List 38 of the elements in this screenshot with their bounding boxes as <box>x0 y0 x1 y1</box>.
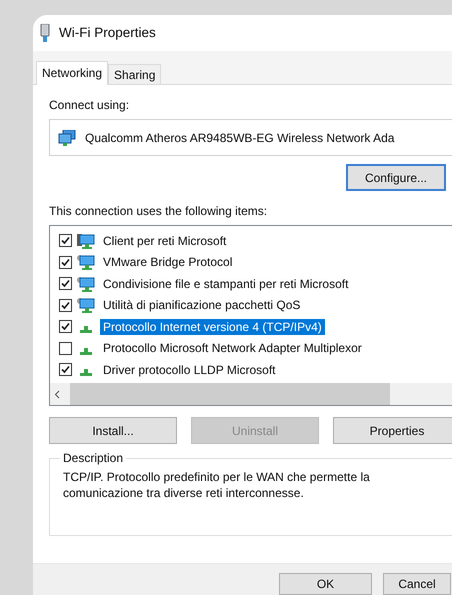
checkbox[interactable] <box>59 363 72 376</box>
network-adapter-icon <box>58 130 76 146</box>
computer-icon <box>77 232 95 249</box>
items-label: This connection uses the following items: <box>49 203 268 219</box>
horizontal-scrollbar[interactable] <box>50 383 452 405</box>
computer-icon <box>77 297 95 314</box>
list-item[interactable]: Protocollo Microsoft Network Adapter Multiplexor <box>100 340 365 356</box>
list-item[interactable]: Driver protocollo LLDP Microsoft <box>100 362 279 378</box>
tab[interactable]: Networking <box>36 61 108 85</box>
configure-button[interactable]: Configure... <box>346 164 446 191</box>
dialog-button[interactable]: OK <box>279 573 372 595</box>
checkbox[interactable] <box>59 298 72 312</box>
checkbox[interactable] <box>59 234 72 248</box>
adapter-field: Qualcomm Atheros AR9485WB-EG Wireless Network Ada <box>49 119 452 156</box>
network-adapter-icon <box>40 24 50 42</box>
checkbox[interactable] <box>59 320 72 334</box>
network-protocol-icon <box>80 369 92 376</box>
action-button[interactable]: Properties <box>333 417 452 444</box>
tab[interactable]: Sharing <box>108 64 162 84</box>
computer-icon <box>77 254 95 270</box>
action-button[interactable]: Install... <box>49 417 177 444</box>
list-item[interactable]: VMware Bridge Protocol <box>100 254 236 270</box>
list-item[interactable]: Client per reti Microsoft <box>100 232 230 249</box>
network-protocol-icon <box>80 348 92 355</box>
checkbox[interactable] <box>59 342 72 355</box>
list-item[interactable]: Condivisione file e stampanti per reti Microsoft <box>100 276 352 292</box>
window-title: Wi-Fi Properties <box>59 25 156 40</box>
scroll-left-icon[interactable] <box>54 390 60 398</box>
checkbox[interactable] <box>59 256 72 269</box>
network-protocol-icon <box>80 326 92 334</box>
description-text: TCP/IP. Protocollo predefinito per le WAN che permette la comunicazione tra diverse reti interconnesse. <box>63 469 371 501</box>
list-item[interactable]: Protocollo Internet versione 4 (TCP/IPv4) <box>100 318 325 335</box>
description-title: Description <box>60 451 126 465</box>
connect-using-label: Connect using: <box>49 97 130 113</box>
checkbox[interactable] <box>59 277 72 290</box>
computer-icon <box>77 276 95 292</box>
dialog-button[interactable]: Cancel <box>383 573 451 595</box>
list-item[interactable]: Utilità di pianificazione pacchetti QoS <box>100 297 304 314</box>
